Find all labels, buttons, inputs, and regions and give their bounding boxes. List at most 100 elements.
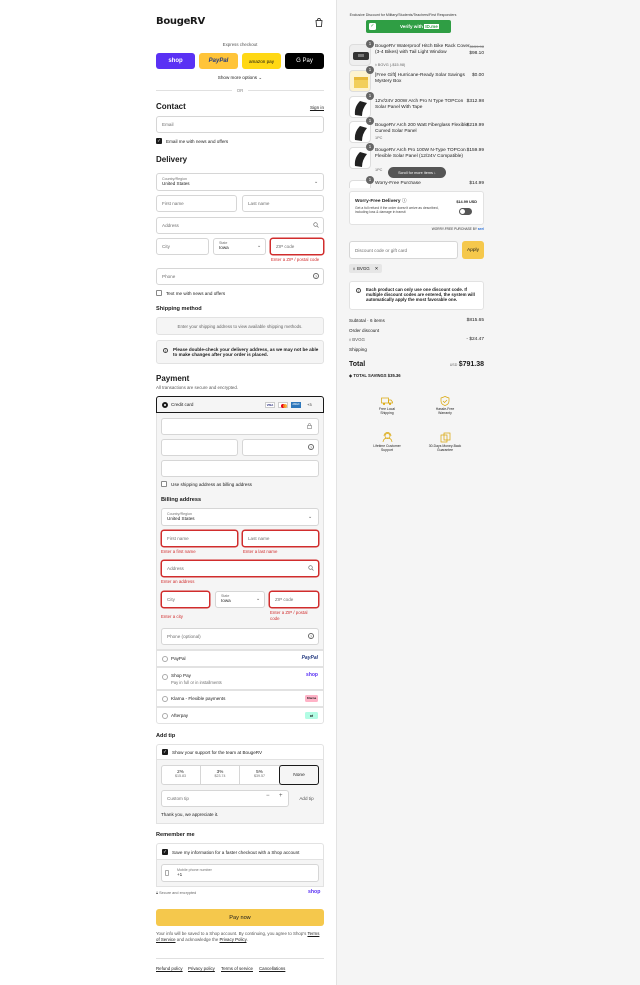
sign-in-link[interactable]: Sign in (300, 105, 324, 110)
remember-me-row[interactable]: ✓ Save my information for a faster check… (156, 843, 324, 860)
payment-method-shop-pay[interactable]: Shop Pay Pay in full or in installments … (156, 667, 324, 690)
apply-button[interactable]: Apply (462, 241, 484, 259)
divider (248, 90, 324, 91)
credit-card-option[interactable]: Credit card VISA AMEX +3 (156, 396, 324, 413)
amazon-pay-button[interactable]: amazon pay (242, 53, 281, 69)
tag-icon: ⬨ (349, 337, 351, 342)
tip-option-3[interactable]: 3% $23.74 (200, 765, 239, 785)
tag-icon: ◈ (349, 373, 353, 378)
pay-now-button[interactable]: Pay now (156, 909, 324, 926)
billing-phone-field[interactable]: Phone (optional) (161, 628, 319, 645)
info-icon: ⓘ (401, 199, 407, 204)
qty-badge: 1 (366, 117, 374, 125)
feature-support: Lifetime Customer Support (368, 432, 406, 452)
email-field[interactable]: Email (156, 116, 324, 133)
brand-logo[interactable]: BougeRV (156, 16, 205, 27)
paypal-radio[interactable] (162, 656, 168, 662)
tip-checkbox[interactable]: ✓ (162, 749, 168, 755)
first-name-field[interactable]: First name (156, 195, 237, 212)
address-field[interactable]: Address (156, 217, 324, 234)
newsletter-checkbox[interactable]: ✓ (156, 138, 162, 144)
info-icon: i (163, 348, 168, 353)
show-more-options[interactable]: Show more options ⌄ (156, 75, 324, 81)
terms-of-service-link[interactable]: Terms of service (221, 966, 253, 971)
shopping-bag-icon[interactable] (315, 18, 323, 27)
billing-country-select[interactable]: Country/Region United States (161, 508, 319, 526)
city-error: Enter a city (161, 614, 183, 619)
order-discount-value: - $24.47 (466, 337, 484, 342)
tip-thanks: Thank you, we appreciate it. (161, 812, 219, 817)
order-discount-code: ⬨ BVGG (349, 337, 365, 342)
remove-code-icon[interactable]: ✕ (375, 266, 379, 272)
last-name-field[interactable]: Last name (242, 195, 324, 212)
feature-free-shipping: Free Local Shipping (372, 396, 402, 415)
billing-city-field[interactable]: City (161, 591, 210, 608)
card-number-field[interactable] (161, 418, 319, 435)
mobile-phone-icon (165, 870, 169, 876)
klarna-radio[interactable] (162, 696, 168, 702)
add-tip-button[interactable]: Add tip (294, 790, 319, 807)
use-shipping-checkbox[interactable] (161, 481, 167, 487)
last-name-error: Enter a last name (243, 549, 278, 554)
first-name-error: Enter a first name (161, 549, 196, 554)
billing-first-name-field[interactable]: First name (161, 530, 238, 547)
country-select[interactable]: Country/Region United States (156, 173, 324, 191)
remember-label: Save my information for a faster checkou… (172, 849, 300, 855)
qty-badge: 1 (366, 143, 374, 151)
billing-last-name-field[interactable]: Last name (242, 530, 319, 547)
plus-icon[interactable]: + (279, 793, 283, 799)
payment-method-afterpay[interactable]: Afterpay ⇄ (156, 707, 324, 724)
cancellations-link[interactable]: Cancellations (259, 966, 285, 971)
privacy-link[interactable]: Privacy Policy (220, 937, 247, 942)
klarna-logo: Klarna (305, 695, 318, 702)
legal-text: Your info will be saved to a Shop accoun… (156, 931, 320, 942)
item-price: $98.10 (469, 51, 484, 56)
remember-checkbox[interactable]: ✓ (162, 849, 168, 855)
worry-free-desc: Get a full refund if the order doesn't a… (355, 206, 439, 215)
worry-free-card: Worry-Free Delivery ⓘ Get a full refund … (349, 191, 484, 225)
city-field[interactable]: City (156, 238, 209, 255)
billing-address-field[interactable]: Address (161, 560, 319, 577)
credit-card-radio[interactable] (162, 402, 168, 408)
zip-field[interactable]: ZIP code (270, 238, 324, 255)
support-icon (368, 432, 406, 444)
payment-method-paypal[interactable]: PayPal PayPal (156, 650, 324, 667)
qty-badge: 1 (366, 66, 374, 74)
mobile-phone-field[interactable]: Mobile phone number +1 (161, 864, 319, 882)
payment-method-klarna[interactable]: Klarna - Flexible payments Klarna (156, 690, 324, 707)
expiration-field[interactable] (161, 439, 238, 456)
tip-option-5[interactable]: 5% $39.57 (239, 765, 279, 785)
worry-free-toggle[interactable] (459, 208, 472, 215)
verify-idme-button[interactable]: ✓ Verify with ID.me (366, 20, 451, 33)
address-error: Enter an address (161, 579, 195, 584)
text-me-checkbox[interactable] (156, 290, 162, 296)
phone-field[interactable]: Phone (156, 268, 324, 285)
billing-zip-field[interactable]: ZIP code (269, 591, 319, 608)
shop-pay-radio[interactable] (162, 674, 168, 680)
name-on-card-field[interactable] (161, 460, 319, 477)
help-icon[interactable]: ? (308, 444, 314, 450)
chevron-down-icon: ⌄ (308, 514, 313, 520)
tip-option-none[interactable]: None (279, 765, 319, 785)
scroll-more-pill[interactable]: Scroll for more items ↓ (388, 167, 446, 178)
minus-icon[interactable]: − (266, 793, 270, 799)
afterpay-radio[interactable] (162, 713, 168, 719)
tip-support-row[interactable]: ✓ Show your support for the team at Boug… (156, 744, 324, 760)
help-icon[interactable]: ? (308, 633, 314, 639)
remember-me-title: Remember me (156, 832, 195, 838)
refund-policy-link[interactable]: Refund policy (156, 966, 183, 971)
money-back-icon (424, 432, 466, 444)
google-pay-button[interactable]: G Pay (285, 53, 324, 69)
help-icon[interactable]: ? (313, 273, 319, 279)
paypal-button[interactable]: PayPal (199, 53, 238, 69)
tip-option-2[interactable]: 2% $15.83 (161, 765, 200, 785)
shop-pay-button[interactable]: shop (156, 53, 195, 69)
shop-logo: shop (308, 889, 321, 895)
total-savings: ◈ TOTAL SAVINGS $35.36 (349, 373, 401, 378)
chevron-down-icon: ⌄ (314, 179, 319, 185)
text-me-label: Text me with news and offers (166, 290, 226, 296)
discount-info-text: Each product can only use one discount c… (366, 287, 475, 303)
info-icon: i (356, 288, 361, 293)
privacy-policy-link[interactable]: Privacy policy (188, 966, 215, 971)
discount-code-field[interactable]: Discount code or gift card (349, 241, 458, 259)
